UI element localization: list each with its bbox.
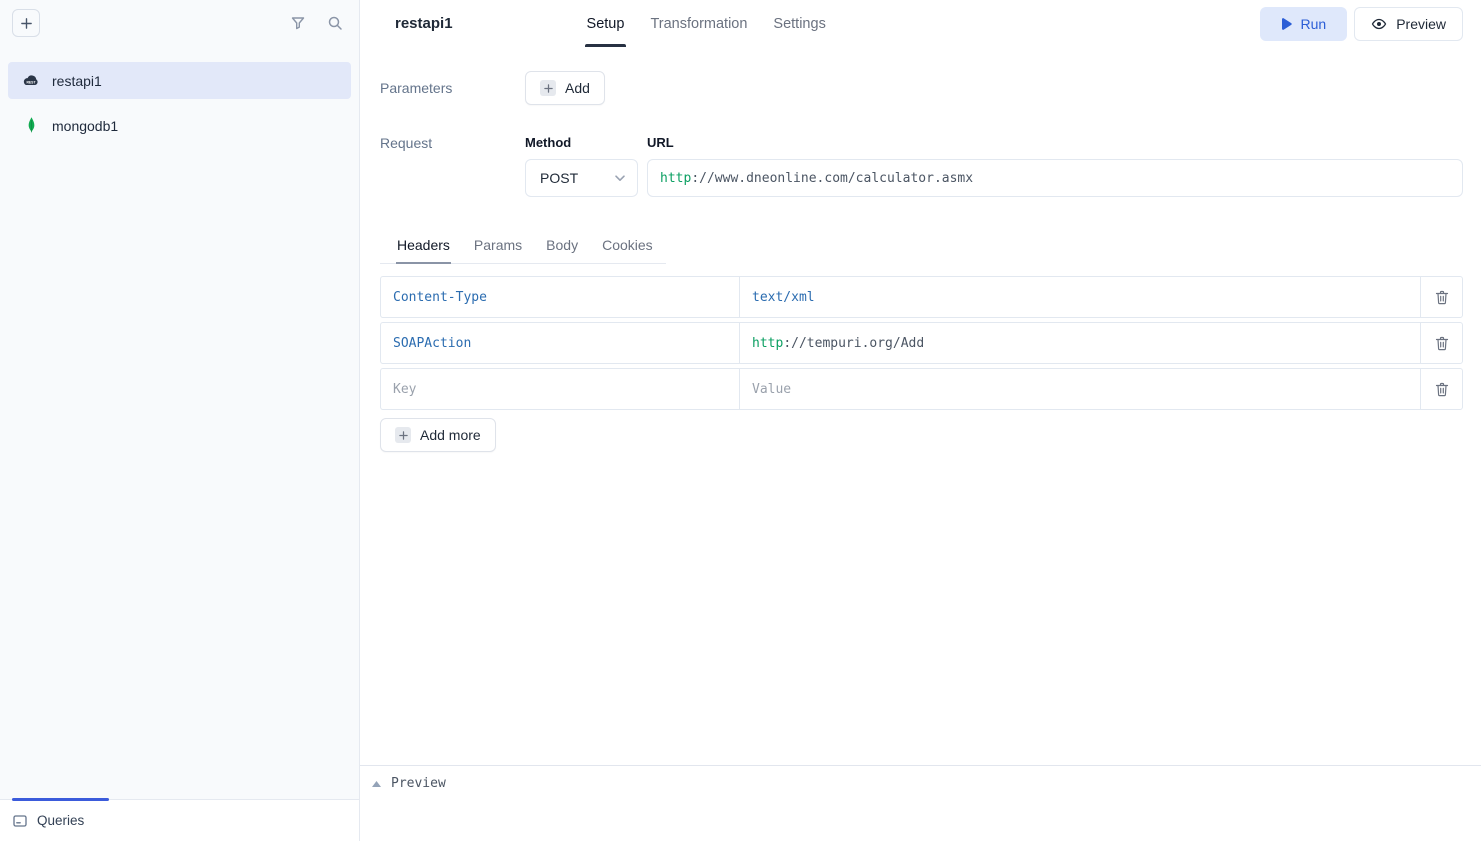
add-parameter-button[interactable]: Add [525,71,605,105]
method-value: POST [540,170,578,186]
sidebar-item-label: restapi1 [52,73,102,89]
request-controls: Method POST URL http://www.dneonline.com… [525,135,1463,197]
magnifier-icon [327,15,343,31]
tab-queries-label: Queries [37,813,84,828]
header-value-scheme: http [752,336,783,351]
method-label: Method [525,135,638,150]
header-key-text: Content-Type [393,290,487,305]
url-label: URL [647,135,1463,150]
delete-row-button[interactable] [1421,369,1462,409]
sidebar-toolbar-icons [290,15,343,31]
trash-icon [1435,382,1449,397]
mongodb-leaf-icon [22,117,40,134]
setup-panel: Parameters Add Request Method POST [360,47,1481,765]
request-subtabs: Headers Params Body Cookies [380,232,666,264]
add-parameter-label: Add [565,80,590,96]
sidebar-item-label: mongodb1 [52,118,118,134]
url-group: URL http://www.dneonline.com/calculator.… [647,135,1463,197]
run-button-label: Run [1301,16,1327,32]
subtab-headers[interactable]: Headers [396,232,451,263]
table-row: Content-Type text/xml [380,276,1463,318]
queries-icon [12,813,28,829]
add-more-label: Add more [420,427,481,443]
header-value-field [740,369,1421,409]
search-button[interactable] [327,15,343,31]
sidebar-item-restapi1[interactable]: REST restapi1 [8,62,351,99]
run-button[interactable]: Run [1260,7,1348,41]
header-key-field[interactable]: Content-Type [381,277,740,317]
plus-icon [395,427,411,443]
subtab-cookies[interactable]: Cookies [601,232,654,263]
tab-settings[interactable]: Settings [771,0,827,47]
preview-button[interactable]: Preview [1354,7,1463,41]
response-preview-bar: Preview [360,765,1481,841]
header-value-field[interactable]: text/xml [740,277,1421,317]
method-select[interactable]: POST [525,159,638,197]
trash-icon [1435,290,1449,305]
subtab-params[interactable]: Params [473,232,523,263]
header-key-field [381,369,740,409]
sidebar-toolbar [0,0,359,46]
query-list: REST restapi1 mongodb1 [0,46,359,799]
url-input[interactable]: http://www.dneonline.com/calculator.asmx [647,159,1463,197]
headers-table: Content-Type text/xml SOAPAction [380,276,1463,410]
app-root: REST restapi1 mongodb1 Queries [0,0,1481,841]
triangle-up-icon [372,781,381,787]
header-key-field[interactable]: SOAPAction [381,323,740,363]
header-key-input[interactable] [393,382,727,397]
table-row: SOAPAction http://tempuri.org/Add [380,322,1463,364]
chevron-down-icon [612,170,628,186]
method-group: Method POST [525,135,638,197]
active-tab-indicator [12,798,109,801]
url-scheme: http [660,171,691,186]
tab-queries[interactable]: Queries [12,813,84,829]
tab-transformation[interactable]: Transformation [648,0,749,47]
tab-setup[interactable]: Setup [585,0,627,47]
rest-cloud-icon: REST [22,74,40,87]
preview-button-label: Preview [1396,16,1446,32]
request-row: Request Method POST URL [380,135,1463,197]
filter-button[interactable] [290,15,306,31]
plus-icon [540,80,556,96]
preview-toggle[interactable]: Preview [372,774,446,793]
preview-bar-label: Preview [391,776,446,791]
header-value-input[interactable] [752,382,1408,397]
plus-icon [20,17,33,30]
header-actions: Run Preview [1260,7,1463,41]
main-tabs: Setup Transformation Settings [585,0,828,47]
eye-icon [1371,16,1387,32]
main-panel: restapi1 Setup Transformation Settings R… [360,0,1481,841]
header-value-text: text/xml [752,290,815,305]
parameters-label: Parameters [380,80,525,96]
page-title: restapi1 [395,15,453,32]
delete-row-button[interactable] [1421,323,1462,363]
url-rest: ://www.dneonline.com/calculator.asmx [691,171,973,186]
header-value-rest: ://tempuri.org/Add [783,336,924,351]
add-more-button[interactable]: Add more [380,418,496,452]
table-row [380,368,1463,410]
header-key-text: SOAPAction [393,336,471,351]
add-query-button[interactable] [12,9,40,37]
main-header: restapi1 Setup Transformation Settings R… [360,0,1481,47]
svg-text:REST: REST [26,80,36,84]
request-label: Request [380,135,525,151]
subtab-body[interactable]: Body [545,232,579,263]
add-more-row: Add more [380,418,1463,452]
parameters-row: Parameters Add [380,71,1463,105]
funnel-icon [290,15,306,31]
delete-row-button[interactable] [1421,277,1462,317]
sidebar-bottom-bar: Queries [0,799,359,841]
header-value-field[interactable]: http://tempuri.org/Add [740,323,1421,363]
sidebar: REST restapi1 mongodb1 Queries [0,0,360,841]
trash-icon [1435,336,1449,351]
sidebar-item-mongodb1[interactable]: mongodb1 [8,107,351,144]
play-icon [1281,18,1292,30]
